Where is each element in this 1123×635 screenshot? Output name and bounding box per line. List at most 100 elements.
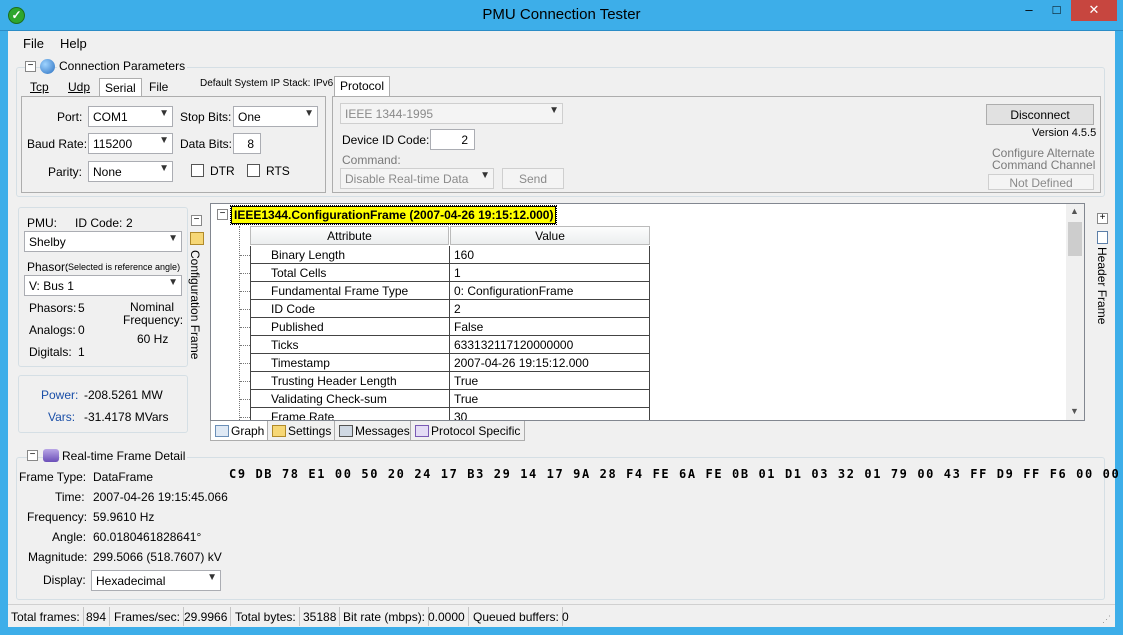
- chevron-down-icon: ▼: [549, 105, 559, 116]
- value-cell[interactable]: 633132117120000000: [450, 336, 650, 354]
- value-cell[interactable]: 2: [450, 300, 650, 318]
- scroll-up-icon[interactable]: ▲: [1070, 206, 1079, 216]
- nominal-frequency-value: 60 Hz: [137, 332, 169, 346]
- angle-label: Angle:: [52, 530, 87, 544]
- configuration-frame-tree[interactable]: − IEEE1344.ConfigurationFrame (2007-04-2…: [210, 203, 1085, 421]
- attribute-column-header[interactable]: Attribute: [250, 226, 449, 245]
- command-label: Command:: [342, 153, 401, 167]
- tab-udp[interactable]: Udp: [63, 78, 95, 97]
- maximize-button[interactable]: □: [1043, 0, 1070, 21]
- value-cell[interactable]: 2007-04-26 19:15:12.000: [450, 354, 650, 372]
- value-cell[interactable]: 160: [450, 246, 650, 264]
- collapse-connection-button[interactable]: −: [25, 61, 36, 72]
- protocol-select[interactable]: IEEE 1344-1995 ▼: [340, 103, 563, 124]
- tree-scrollbar[interactable]: ▲ ▼: [1066, 204, 1084, 420]
- configuration-frame-tab[interactable]: Configuration Frame: [188, 250, 202, 359]
- attribute-cell[interactable]: ID Code: [250, 300, 450, 318]
- tab-settings[interactable]: Settings: [267, 421, 337, 441]
- menu-file[interactable]: File: [23, 36, 44, 51]
- title-bar[interactable]: ✓ PMU Connection Tester – □ ✕: [0, 0, 1123, 31]
- attribute-cell[interactable]: Total Cells: [250, 264, 450, 282]
- parity-label: Parity:: [48, 165, 83, 179]
- chevron-down-icon: ▼: [159, 163, 169, 174]
- tree-root-node[interactable]: IEEE1344.ConfigurationFrame (2007-04-26 …: [229, 205, 558, 225]
- pmu-station-select[interactable]: Shelby ▼: [24, 231, 182, 252]
- tab-protocol-specific[interactable]: Protocol Specific: [410, 421, 526, 441]
- display-label: Display:: [43, 573, 86, 587]
- tree-branch-line: [240, 363, 250, 364]
- vars-label: Vars:: [48, 410, 76, 424]
- attribute-cell[interactable]: Trusting Header Length: [250, 372, 450, 390]
- chevron-down-icon: ▼: [480, 170, 490, 181]
- attribute-cell[interactable]: Fundamental Frame Type: [250, 282, 450, 300]
- rts-checkbox[interactable]: [247, 164, 260, 177]
- tree-collapse-button[interactable]: −: [217, 209, 228, 220]
- rts-label: RTS: [266, 164, 290, 178]
- fps-label: Frames/sec:: [111, 607, 185, 626]
- value-cell[interactable]: 1: [450, 264, 650, 282]
- ip-stack-label: Default System IP Stack: IPv6: [200, 78, 334, 89]
- dtr-checkbox[interactable]: [191, 164, 204, 177]
- frequency-label: Frequency:: [27, 510, 88, 524]
- phasor-select[interactable]: V: Bus 1 ▼: [24, 275, 182, 296]
- disconnect-button[interactable]: Disconnect: [986, 104, 1094, 125]
- scroll-thumb[interactable]: [1068, 222, 1082, 256]
- command-select[interactable]: Disable Real-time Data ▼: [340, 168, 494, 189]
- time-value: 2007-04-26 19:15:45.066: [93, 490, 228, 504]
- port-select[interactable]: COM1 ▼: [88, 106, 173, 127]
- nominal-label-1: Nominal: [130, 300, 175, 314]
- value-column-header[interactable]: Value: [450, 226, 650, 245]
- digitals-value: 1: [78, 345, 85, 359]
- tab-protocol[interactable]: Protocol: [334, 76, 391, 97]
- tree-branch-line: [240, 273, 250, 274]
- id-code-label: ID Code:: [75, 216, 123, 230]
- collapse-config-frame-button[interactable]: −: [191, 215, 202, 226]
- value-cell[interactable]: True: [450, 390, 650, 408]
- attribute-cell[interactable]: Published: [250, 318, 450, 336]
- device-id-input[interactable]: 2: [430, 129, 475, 150]
- total-bytes-label: Total bytes:: [232, 607, 300, 626]
- attribute-cell[interactable]: Ticks: [250, 336, 450, 354]
- value-cell[interactable]: True: [450, 372, 650, 390]
- send-button[interactable]: Send: [502, 168, 564, 189]
- minimize-button[interactable]: –: [1015, 0, 1043, 21]
- display-select[interactable]: Hexadecimal ▼: [91, 570, 221, 591]
- chevron-down-icon: ▼: [207, 572, 217, 583]
- phasors-value: 5: [78, 301, 85, 315]
- power-group: [18, 375, 188, 433]
- value-cell[interactable]: 30: [450, 408, 650, 420]
- id-code-value: 2: [126, 216, 133, 230]
- not-defined-button[interactable]: Not Defined: [988, 174, 1094, 190]
- phasor-hint: (Selected is reference angle): [65, 262, 181, 272]
- frame-detail-icon: [43, 449, 59, 462]
- menu-help[interactable]: Help: [60, 36, 87, 51]
- attribute-cell[interactable]: Binary Length: [250, 246, 450, 264]
- tab-tcp[interactable]: Tcp: [25, 78, 54, 97]
- tab-serial[interactable]: Serial: [99, 78, 142, 97]
- attribute-cell[interactable]: Frame Rate: [250, 408, 450, 420]
- phasor-label: Phasor:: [27, 260, 69, 274]
- tab-messages[interactable]: Messages: [334, 421, 415, 441]
- expand-header-frame-button[interactable]: +: [1097, 213, 1108, 224]
- tab-graph[interactable]: Graph: [210, 421, 270, 441]
- baud-rate-select[interactable]: 115200 ▼: [88, 133, 173, 154]
- bitrate-label: Bit rate (mbps):: [340, 607, 430, 626]
- value-cell[interactable]: 0: ConfigurationFrame: [450, 282, 650, 300]
- alt-channel-label-2[interactable]: Command Channel: [992, 158, 1095, 172]
- config-frame-icon: [190, 232, 204, 245]
- protocol-specific-icon: [415, 425, 429, 437]
- baud-rate-label: Baud Rate:: [27, 137, 88, 151]
- attribute-cell[interactable]: Validating Check-sum: [250, 390, 450, 408]
- collapse-realtime-button[interactable]: −: [27, 450, 38, 461]
- resize-grip-icon[interactable]: ⋰: [1102, 614, 1111, 625]
- attribute-cell[interactable]: Timestamp: [250, 354, 450, 372]
- data-bits-input[interactable]: 8: [233, 133, 261, 154]
- pmu-label: PMU:: [27, 216, 57, 230]
- value-cell[interactable]: False: [450, 318, 650, 336]
- stop-bits-select[interactable]: One ▼: [233, 106, 318, 127]
- close-button[interactable]: ✕: [1071, 0, 1117, 21]
- scroll-down-icon[interactable]: ▼: [1070, 406, 1079, 416]
- header-frame-tab[interactable]: Header Frame: [1095, 247, 1109, 324]
- parity-select[interactable]: None ▼: [88, 161, 173, 182]
- tab-file[interactable]: File: [144, 78, 173, 97]
